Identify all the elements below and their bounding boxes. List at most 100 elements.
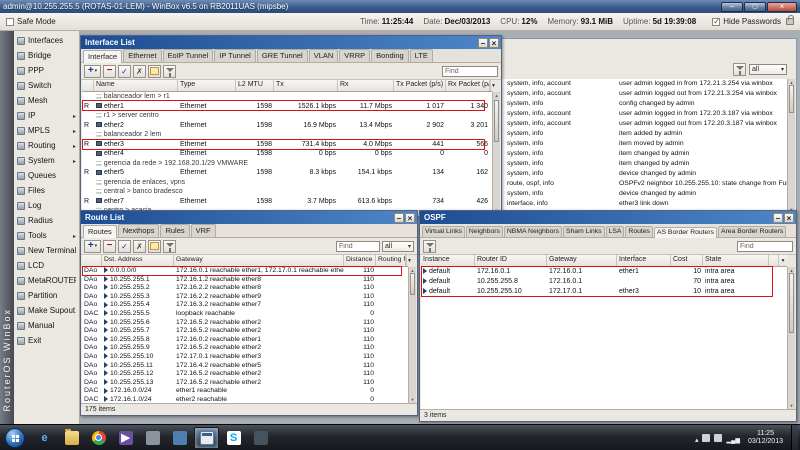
find-input[interactable] bbox=[737, 241, 793, 252]
sidebar-item-system[interactable]: System bbox=[14, 153, 79, 168]
add-button[interactable] bbox=[84, 240, 101, 253]
table-row[interactable]: default172.16.0.1172.16.0.1ether110intra… bbox=[421, 267, 787, 277]
disable-button[interactable] bbox=[133, 65, 146, 78]
table-row[interactable]: DAo10.255.255.13172.16.5.2 reachable eth… bbox=[82, 379, 408, 388]
comment-row[interactable]: ;;; balanceador lem > r1 bbox=[82, 92, 492, 102]
scrollbar-thumb[interactable] bbox=[494, 100, 499, 142]
tab-neighbors[interactable]: Neighbors bbox=[466, 226, 503, 237]
column-header-flags[interactable] bbox=[82, 255, 102, 266]
log-filter-select[interactable]: all bbox=[749, 64, 787, 75]
column-chooser-icon[interactable] bbox=[490, 80, 492, 91]
remove-button[interactable] bbox=[103, 240, 116, 253]
skype-icon[interactable]: S bbox=[221, 427, 246, 449]
comment-button[interactable] bbox=[148, 65, 161, 78]
sidebar-item-switch[interactable]: Switch bbox=[14, 78, 79, 93]
route-scrollbar[interactable] bbox=[408, 267, 416, 403]
tab-interface[interactable]: Interface bbox=[83, 50, 122, 63]
column-header-state[interactable]: State bbox=[703, 255, 769, 266]
column-header-instance[interactable]: Instance bbox=[421, 255, 475, 266]
child-close-icon[interactable] bbox=[405, 213, 415, 223]
sidebar-item-log[interactable]: Log bbox=[14, 198, 79, 213]
column-header-dst-address[interactable]: Dst. Address bbox=[102, 255, 174, 266]
log-filter-button[interactable] bbox=[733, 63, 746, 76]
sidebar-item-interfaces[interactable]: Interfaces bbox=[14, 33, 79, 48]
ospf-titlebar[interactable]: OSPF bbox=[420, 211, 796, 224]
column-chooser-icon[interactable] bbox=[778, 255, 787, 266]
comment-row[interactable]: ;;; gerencia da rede > 192.168.20.1/29 V… bbox=[82, 159, 492, 169]
find-input[interactable] bbox=[442, 66, 498, 77]
sidebar-item-files[interactable]: Files bbox=[14, 183, 79, 198]
ie-icon[interactable]: e bbox=[32, 427, 57, 449]
scrollbar-thumb[interactable] bbox=[789, 273, 794, 333]
tab-ethernet[interactable]: Ethernet bbox=[123, 49, 161, 62]
sidebar-item-mesh[interactable]: Mesh bbox=[14, 93, 79, 108]
log-scrollbar[interactable] bbox=[787, 79, 795, 213]
child-close-icon[interactable] bbox=[489, 38, 499, 48]
sidebar-item-radius[interactable]: Radius bbox=[14, 213, 79, 228]
column-header-tx-packet-p-s[interactable]: Tx Packet (p/s) bbox=[394, 80, 446, 91]
disable-button[interactable] bbox=[133, 240, 146, 253]
table-row[interactable]: DAo0.0.0.0/0172.16.0.1 reachable ether1,… bbox=[82, 267, 408, 276]
explorer-folder-icon[interactable] bbox=[59, 427, 84, 449]
filter-button[interactable] bbox=[423, 240, 436, 253]
sidebar-item-mpls[interactable]: MPLS bbox=[14, 123, 79, 138]
sidebar-item-ppp[interactable]: PPP bbox=[14, 63, 79, 78]
column-header-rx-packet-p-s[interactable]: Rx Packet (p/s) bbox=[446, 80, 490, 91]
table-row[interactable]: DAo10.255.255.10172.17.0.1 reachable eth… bbox=[82, 353, 408, 362]
tab-lte[interactable]: LTE bbox=[410, 49, 433, 62]
sidebar-item-routing[interactable]: Routing bbox=[14, 138, 79, 153]
sidebar-item-partition[interactable]: Partition bbox=[14, 288, 79, 303]
column-header-type[interactable]: Type bbox=[178, 80, 236, 91]
sidebar-item-manual[interactable]: Manual bbox=[14, 318, 79, 333]
enable-button[interactable] bbox=[118, 65, 131, 78]
tab-area-border-routers[interactable]: Area Border Routers bbox=[718, 226, 786, 237]
sidebar-item-metarouter[interactable]: MetaROUTER bbox=[14, 273, 79, 288]
child-minimize-icon[interactable] bbox=[773, 213, 783, 223]
tab-sham-links[interactable]: Sham Links bbox=[563, 226, 605, 237]
table-row[interactable]: DAC172.16.0.0/24ether1 reachable0 bbox=[82, 387, 408, 396]
tab-nexthops[interactable]: Nexthops bbox=[118, 224, 160, 237]
sidebar-item-ip[interactable]: IP bbox=[14, 108, 79, 123]
column-header-router-id[interactable]: Router ID bbox=[475, 255, 547, 266]
tab-eoip-tunnel[interactable]: EoIP Tunnel bbox=[163, 49, 214, 62]
chrome-icon[interactable] bbox=[86, 427, 111, 449]
column-header-l2-mtu[interactable]: L2 MTU bbox=[236, 80, 274, 91]
tab-gre-tunnel[interactable]: GRE Tunnel bbox=[257, 49, 308, 62]
column-header-gateway[interactable]: Gateway bbox=[547, 255, 617, 266]
remove-button[interactable] bbox=[103, 65, 116, 78]
column-header-tx[interactable]: Tx bbox=[274, 80, 338, 91]
sidebar-item-exit[interactable]: Exit bbox=[14, 333, 79, 348]
column-header-distance[interactable]: Distance bbox=[344, 255, 376, 266]
network-icon[interactable] bbox=[726, 429, 739, 447]
tab-rules[interactable]: Rules bbox=[160, 224, 189, 237]
tab-nbma-neighbors[interactable]: NBMA Neighbors bbox=[504, 226, 562, 237]
column-header-flags[interactable] bbox=[82, 80, 94, 91]
comment-button[interactable] bbox=[148, 240, 161, 253]
enable-button[interactable] bbox=[118, 240, 131, 253]
table-row[interactable]: DAo10.255.255.6172.16.5.2 reachable ethe… bbox=[82, 319, 408, 328]
table-row[interactable]: DAo10.255.255.2172.16.2.2 reachable ethe… bbox=[82, 284, 408, 293]
table-row[interactable]: DAo10.255.255.9172.16.5.2 reachable ethe… bbox=[82, 344, 408, 353]
tab-vrf[interactable]: VRF bbox=[191, 224, 216, 237]
child-minimize-icon[interactable] bbox=[478, 38, 488, 48]
sidebar-item-lcd[interactable]: LCD bbox=[14, 258, 79, 273]
interface-scrollbar[interactable] bbox=[492, 92, 500, 214]
ospf-scrollbar[interactable] bbox=[787, 267, 795, 409]
column-header-routing-mark[interactable]: Routing Mark bbox=[376, 255, 406, 266]
table-row[interactable]: DAC10.255.255.5loopback reachable0 bbox=[82, 310, 408, 319]
tab-as-border-routers[interactable]: AS Border Routers bbox=[654, 227, 717, 238]
sidebar-item-new-terminal[interactable]: New Terminal bbox=[14, 243, 79, 258]
comment-row[interactable]: ;;; balanceador 2 lem bbox=[82, 130, 492, 140]
column-header-cost[interactable]: Cost bbox=[671, 255, 703, 266]
route-list-titlebar[interactable]: Route List bbox=[81, 211, 417, 224]
hide-passwords-label[interactable]: Hide Passwords bbox=[723, 17, 781, 26]
table-row[interactable]: Rether3Ethernet1598731.4 kbps4.0 Mbps441… bbox=[82, 140, 492, 150]
tab-lsa[interactable]: LSA bbox=[606, 226, 625, 237]
table-row[interactable]: ether4Ethernet15980 bps0 bps00 bbox=[82, 149, 492, 159]
tab-ip-tunnel[interactable]: IP Tunnel bbox=[214, 49, 256, 62]
column-header-name[interactable]: Name bbox=[94, 80, 178, 91]
app-icon-2[interactable] bbox=[167, 427, 192, 449]
scrollbar-thumb[interactable] bbox=[789, 85, 794, 113]
scrollbar-thumb[interactable] bbox=[410, 273, 415, 295]
tray-chevron-icon[interactable] bbox=[695, 429, 699, 447]
